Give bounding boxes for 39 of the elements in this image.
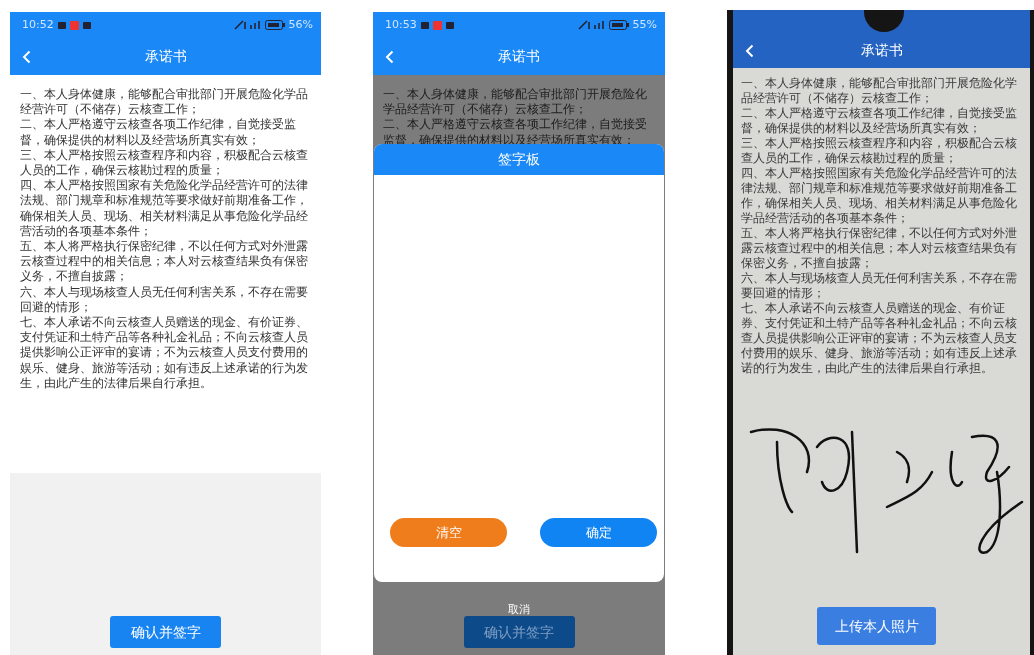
battery-level: 55% <box>632 16 657 33</box>
camera-notch <box>863 10 904 32</box>
confirm-button[interactable]: 确定 <box>540 518 657 547</box>
agreement-paragraph: 三、本人严格按照云核查程序和内容，积极配合云核查人员的工作，确保云核勘过程的质量； <box>741 136 1018 166</box>
page-title: 承诺书 <box>144 47 187 66</box>
status-time: 10:53 <box>385 16 417 33</box>
cancel-link[interactable]: 取消 <box>508 603 530 616</box>
back-icon <box>385 50 394 64</box>
agreement-paragraph: 五、本人将严格执行保密纪律，不以任何方式对外泄露云核查过程中的相关信息；本人对云核查结果负有保密义务，不擅自披露； <box>741 226 1018 271</box>
page-title: 承诺书 <box>860 40 903 60</box>
page-title: 承诺书 <box>498 47 540 66</box>
agreement-paragraph: 五、本人将严格执行保密纪律，不以任何方式对外泄露云核查过程中的相关信息；本人对云核查结果负有保密义务，不擅自披露； <box>20 239 309 285</box>
confirm-sign-button[interactable]: 确认并签字 <box>463 616 575 648</box>
dialog-title: 签字板 <box>374 144 664 175</box>
clear-button[interactable]: 清空 <box>390 518 507 547</box>
notification-icons <box>420 20 455 30</box>
back-icon <box>745 44 754 58</box>
battery-icon <box>264 20 285 30</box>
battery-level: 56% <box>288 16 313 33</box>
agreement-paragraph: 四、本人严格按照国家有关危险化学品经营许可的法律法规、部门规章和标准规范等要求做好前期准备工作，确保相关人员、现场、相关材料满足从事危险化学品经营活动的各项基本条件； <box>741 166 1018 226</box>
agreement-paragraph: 一、本人身体健康，能够配合审批部门开展危险化学品经营许可（不储存）云核查工作； <box>383 87 648 118</box>
agreement-paragraph: 七、本人承诺不向云核查人员赠送的现金、有价证券、支付凭证和土特产品等各种礼金礼品；不向云核查人员提供影响公正评审的宴请；不为云核查人员支付费用的娱乐、健身、旅游等活动；如有违反上述承诺的行为发生，由此产生的法律后果自行承担。 <box>20 315 309 392</box>
notification-icons <box>57 20 92 30</box>
agreement-paragraph: 六、本人与现场核查人员无任何利害关系，不存在需要回避的情形； <box>741 271 1018 301</box>
battery-icon <box>608 20 629 30</box>
agreement-paragraph: 七、本人承诺不向云核查人员赠送的现金、有价证券、支付凭证和土特产品等各种礼金礼品；不向云核查人员提供影响公正评审的宴请；不为云核查人员支付费用的娱乐、健身、旅游等活动；如有违反上述承诺的行为发生，由此产生的法律后果自行承担。 <box>741 301 1018 376</box>
agreement-paragraph: 四、本人严格按照国家有关危险化学品经营许可的法律法规、部门规章和标准规范等要求做好前期准备工作，确保相关人员、现场、相关材料满足从事危险化学品经营活动的各项基本条件； <box>20 178 309 240</box>
agreement-paragraph: 二、本人严格遵守云核查各项工作纪律，自觉接受监督，确保提供的材料以及经营场所真实有效； <box>741 106 1018 136</box>
agreement-paragraph: 一、本人身体健康，能够配合审批部门开展危险化学品经营许可（不储存）云核查工作； <box>20 87 309 118</box>
signal-icon <box>576 20 605 30</box>
upload-button[interactable]: 上传本人照片 <box>817 607 936 645</box>
status-time: 10:52 <box>22 16 54 33</box>
agreement-paragraph: 二、本人严格遵守云核查各项工作纪律，自觉接受监督，确保提供的材料以及经营场所真实有效； <box>20 117 297 148</box>
signal-icon <box>232 20 261 30</box>
back-icon <box>22 50 31 64</box>
agreement-paragraph: 一、本人身体健康，能够配合审批部门开展危险化学品经营许可（不储存）云核查工作； <box>741 76 1018 106</box>
agreement-paragraph: 六、本人与现场核查人员无任何利害关系，不存在需要回避的情形； <box>20 284 309 316</box>
agreement-paragraph: 三、本人严格按照云核查程序和内容，积极配合云核查人员的工作，确保云核勘过程的质量； <box>20 147 309 179</box>
confirm-sign-button[interactable]: 确认并签字 <box>110 616 221 648</box>
